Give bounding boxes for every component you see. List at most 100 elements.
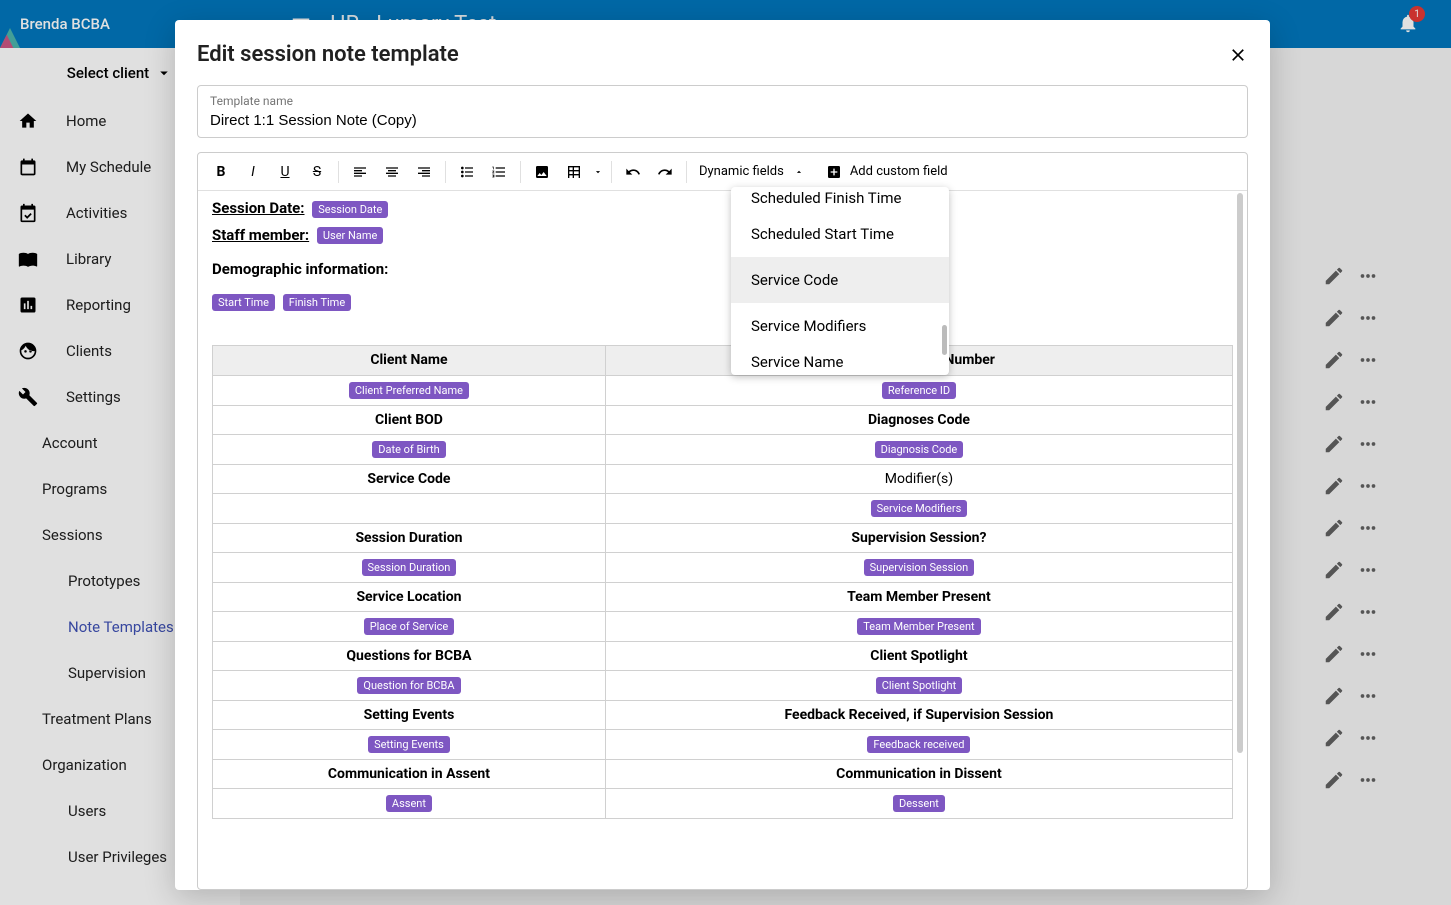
- dynamic-fields-dropdown[interactable]: Dynamic fields: [693, 164, 810, 179]
- table-label-cell: Supervision Session?: [605, 523, 1232, 552]
- bullet-list-icon[interactable]: [452, 157, 482, 187]
- table-chip-cell: Reference ID: [605, 375, 1232, 405]
- dropdown-item[interactable]: Scheduled Finish Time: [731, 187, 949, 211]
- dropdown-item[interactable]: Scheduled Start Time: [731, 211, 949, 257]
- table-label-cell: Communication in Dissent: [605, 759, 1232, 788]
- table-chip[interactable]: Place of Service: [364, 618, 455, 635]
- table-chip[interactable]: Team Member Present: [857, 618, 980, 635]
- table-row: Client BODDiagnoses Code: [213, 405, 1233, 434]
- template-table: Client Name Medical Record Number Client…: [212, 345, 1233, 819]
- strike-icon[interactable]: S: [302, 157, 332, 187]
- finish-time-chip[interactable]: Finish Time: [283, 294, 351, 311]
- table-chip[interactable]: Feedback received: [867, 736, 970, 753]
- table-dropdown-icon[interactable]: [591, 157, 605, 187]
- bold-icon[interactable]: B: [206, 157, 236, 187]
- table-label-cell: Service Code: [213, 464, 606, 493]
- table-chip[interactable]: Session Duration: [362, 559, 457, 576]
- table-chip[interactable]: Client Preferred Name: [349, 382, 469, 399]
- table-chip-cell: Service Modifiers: [605, 493, 1232, 523]
- user-name-chip[interactable]: User Name: [317, 227, 383, 244]
- start-time-chip[interactable]: Start Time: [212, 294, 275, 311]
- demographic-label: Demographic information:: [212, 260, 1233, 278]
- dropdown-scrollbar[interactable]: [942, 325, 947, 355]
- add-custom-field-btn[interactable]: Add custom field: [820, 164, 954, 180]
- redo-icon[interactable]: [650, 157, 680, 187]
- table-label-cell: Client BOD: [213, 405, 606, 434]
- table-row: Session Duration Supervision Session: [213, 552, 1233, 582]
- underline-icon[interactable]: U: [270, 157, 300, 187]
- table-chip-cell: [213, 493, 606, 523]
- table-chip[interactable]: Setting Events: [368, 736, 450, 753]
- table-row: Setting Events Feedback received: [213, 729, 1233, 759]
- table-chip-cell: Question for BCBA: [213, 670, 606, 700]
- table-chip[interactable]: Question for BCBA: [357, 677, 460, 694]
- align-left-icon[interactable]: [345, 157, 375, 187]
- editor-content[interactable]: Session Date: Session Date Staff member:…: [198, 191, 1247, 889]
- th-client-name: Client Name: [213, 345, 606, 375]
- italic-icon[interactable]: I: [238, 157, 268, 187]
- table-row: Session DurationSupervision Session?: [213, 523, 1233, 552]
- session-date-label: Session Date:: [212, 199, 305, 217]
- chevron-up-icon: [794, 167, 804, 177]
- edit-template-modal: Edit session note template Template name…: [175, 20, 1270, 890]
- table-label-cell: Client Spotlight: [605, 641, 1232, 670]
- image-icon[interactable]: [527, 157, 557, 187]
- table-row: Communication in AssentCommunication in …: [213, 759, 1233, 788]
- align-center-icon[interactable]: [377, 157, 407, 187]
- add-custom-label: Add custom field: [850, 164, 948, 179]
- table-chip[interactable]: Date of Birth: [372, 441, 445, 458]
- table-chip-cell: Team Member Present: [605, 611, 1232, 641]
- table-row: Service Modifiers: [213, 493, 1233, 523]
- dynamic-fields-label: Dynamic fields: [699, 164, 784, 179]
- table-chip-cell: Assent: [213, 788, 606, 818]
- table-chip[interactable]: Reference ID: [882, 382, 956, 399]
- table-chip-cell: Setting Events: [213, 729, 606, 759]
- table-icon[interactable]: [559, 157, 589, 187]
- undo-icon[interactable]: [618, 157, 648, 187]
- table-chip[interactable]: Diagnosis Code: [875, 441, 964, 458]
- table-row: Questions for BCBAClient Spotlight: [213, 641, 1233, 670]
- template-name-field[interactable]: Template name: [197, 85, 1248, 138]
- table-label-cell: Session Duration: [213, 523, 606, 552]
- table-row: Question for BCBA Client Spotlight: [213, 670, 1233, 700]
- template-name-label: Template name: [210, 94, 1235, 108]
- table-label-cell: Setting Events: [213, 700, 606, 729]
- table-label-cell: Diagnoses Code: [605, 405, 1232, 434]
- dropdown-item[interactable]: Service Code: [731, 257, 949, 303]
- dropdown-item[interactable]: Service Modifiers: [731, 303, 949, 349]
- table-chip[interactable]: Assent: [386, 795, 432, 812]
- table-chip[interactable]: Dessent: [893, 795, 945, 812]
- scrollbar-thumb[interactable]: [1237, 193, 1243, 753]
- table-row: Service LocationTeam Member Present: [213, 582, 1233, 611]
- plus-box-icon: [826, 164, 842, 180]
- table-row: Date of Birth Diagnosis Code: [213, 434, 1233, 464]
- dynamic-fields-menu: Scheduled Finish TimeScheduled Start Tim…: [731, 187, 949, 375]
- table-label-cell: Communication in Assent: [213, 759, 606, 788]
- table-row: Assent Dessent: [213, 788, 1233, 818]
- table-label-cell: Questions for BCBA: [213, 641, 606, 670]
- number-list-icon[interactable]: [484, 157, 514, 187]
- align-right-icon[interactable]: [409, 157, 439, 187]
- table-chip-cell: Session Duration: [213, 552, 606, 582]
- dropdown-item[interactable]: Service Name: [731, 349, 949, 373]
- table-chip-cell: Feedback received: [605, 729, 1232, 759]
- table-plain-cell: Modifier(s): [605, 464, 1232, 493]
- template-name-input[interactable]: [210, 112, 1235, 129]
- table-chip-cell: Date of Birth: [213, 434, 606, 464]
- table-chip-cell: Place of Service: [213, 611, 606, 641]
- table-chip-cell: Supervision Session: [605, 552, 1232, 582]
- close-icon[interactable]: [1228, 45, 1248, 65]
- table-label-cell: Feedback Received, if Supervision Sessio…: [605, 700, 1232, 729]
- table-label-cell: Service Location: [213, 582, 606, 611]
- table-chip[interactable]: Service Modifiers: [871, 500, 968, 517]
- table-chip-cell: Client Preferred Name: [213, 375, 606, 405]
- table-row: Place of Service Team Member Present: [213, 611, 1233, 641]
- table-chip[interactable]: Supervision Session: [864, 559, 975, 576]
- table-label-cell: Team Member Present: [605, 582, 1232, 611]
- session-date-chip[interactable]: Session Date: [312, 201, 388, 218]
- rich-editor: B I U S Dynamic fields: [197, 152, 1248, 890]
- table-chip[interactable]: Client Spotlight: [876, 677, 963, 694]
- editor-toolbar: B I U S Dynamic fields: [198, 153, 1247, 191]
- staff-label: Staff member:: [212, 226, 309, 244]
- table-row: Service CodeModifier(s): [213, 464, 1233, 493]
